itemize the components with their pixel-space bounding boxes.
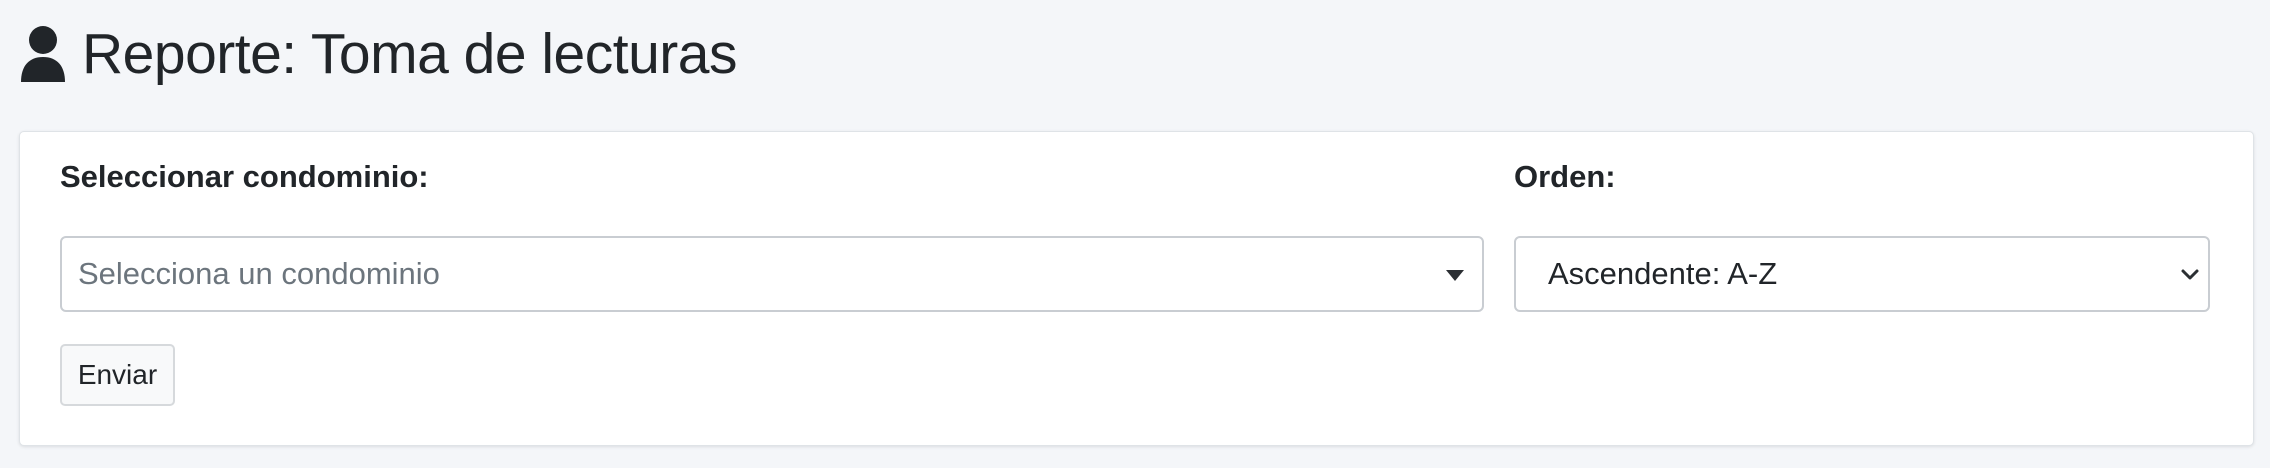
condominio-select[interactable]: Selecciona un condominio	[60, 236, 1484, 312]
user-icon	[18, 24, 68, 84]
chevron-down-icon	[2181, 269, 2199, 280]
orden-select-value: Ascendente: A-Z	[1548, 256, 1778, 291]
orden-select[interactable]: Ascendente: A-Z	[1514, 236, 2210, 312]
page-header: Reporte: Toma de lecturas	[18, 18, 737, 90]
condominio-label: Seleccionar condominio:	[60, 159, 429, 194]
report-filter-card: Seleccionar condominio: Selecciona un co…	[19, 131, 2254, 446]
condominio-select-value: Selecciona un condominio	[78, 256, 440, 291]
orden-label: Orden:	[1514, 159, 1616, 194]
caret-down-icon	[1446, 270, 1464, 281]
submit-button[interactable]: Enviar	[60, 344, 175, 406]
page-title: Reporte: Toma de lecturas	[82, 22, 737, 86]
